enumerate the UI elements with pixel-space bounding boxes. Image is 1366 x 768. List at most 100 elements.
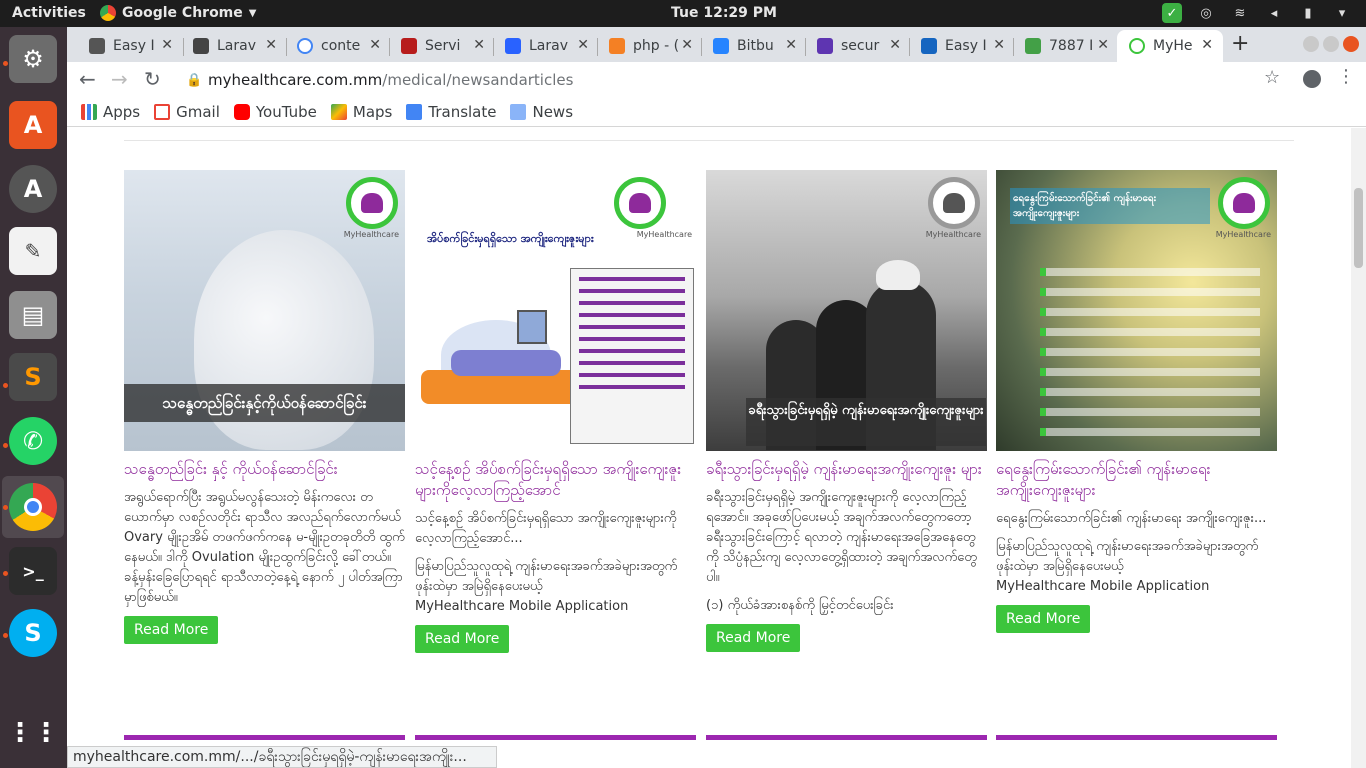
chrome-dock-icon[interactable] <box>9 483 57 531</box>
bookmark-star-icon[interactable]: ☆ <box>1264 67 1280 88</box>
close-icon[interactable]: ✕ <box>785 37 797 53</box>
read-more-button[interactable]: Read More <box>415 625 510 653</box>
whatsapp-icon[interactable]: ✆ <box>9 417 57 465</box>
article-promo-text: မြန်မာပြည်သူလူထုရဲ့ ကျန်းမာရေးအခက်အခဲမျာ… <box>996 537 1277 597</box>
activities-button[interactable]: Activities <box>12 5 86 21</box>
gmail-icon <box>154 103 171 120</box>
bookmark-gmail[interactable]: Gmail <box>154 103 220 121</box>
clock[interactable]: Tue 12:29 PM <box>671 5 777 21</box>
tab-9[interactable]: 7887 I ✕ <box>1013 30 1119 62</box>
next-row-card-border <box>124 735 405 740</box>
volume-icon[interactable]: ◂ <box>1264 3 1284 23</box>
bookmark-label: YouTube <box>255 102 317 121</box>
sublime-text-icon[interactable]: S <box>9 353 57 401</box>
logo-label: MyHealthcare <box>1215 230 1271 239</box>
close-icon[interactable]: ✕ <box>161 37 173 53</box>
tab-1[interactable]: Larav ✕ <box>181 30 287 62</box>
show-apps-icon[interactable]: ⋮⋮ <box>7 709 59 757</box>
next-row-card-border <box>706 735 987 740</box>
close-icon[interactable]: ✕ <box>1097 37 1109 53</box>
promo-line: မြန်မာပြည်သူလူထုရဲ့ ကျန်းမာရေးအခက်အခဲမျာ… <box>415 559 678 594</box>
article-title-link[interactable]: ရေနွေးကြမ်းသောက်ခြင်း၏ ကျန်းမာရေး အကျိုး… <box>996 459 1277 501</box>
tab-8[interactable]: Easy I ✕ <box>909 30 1015 62</box>
close-icon[interactable]: ✕ <box>993 37 1005 53</box>
new-tab-button[interactable]: + <box>1231 31 1249 56</box>
close-icon[interactable]: ✕ <box>369 37 381 53</box>
article-image-pregnancy[interactable]: MyHealthcare သန္ဓေတည်ခြင်းနှင့်ကိုယ်ဝန်ဆ… <box>124 170 405 451</box>
bookmark-apps[interactable]: Apps <box>81 103 140 121</box>
app-menu[interactable]: Google Chrome ▼ <box>100 5 256 21</box>
myhealthcare-favicon-icon <box>1129 38 1145 54</box>
tab-title: Easy I <box>113 38 155 54</box>
article-title-link[interactable]: သင့်နေ့စဉ် အိပ်စက်ခြင်းမှရရှိသော အကျိုးက… <box>415 459 696 501</box>
tab-5[interactable]: php - (✕ <box>597 30 703 62</box>
close-icon[interactable]: ✕ <box>577 37 589 53</box>
bookmark-label: News <box>532 102 574 121</box>
article-image-sleep[interactable]: MyHealthcare အိပ်စက်ခြင်းမှရရှိသော အကျို… <box>415 170 696 451</box>
tea-benefits-list <box>1040 268 1260 448</box>
file-manager-icon[interactable]: ▤ <box>9 291 57 339</box>
article-title-link[interactable]: ခရီးသွားခြင်းမှရရှိမဲ့ ကျန်းမာရေးအကျိုးက… <box>706 459 987 480</box>
tab-6[interactable]: Bitbu ✕ <box>701 30 807 62</box>
close-icon[interactable]: ✕ <box>265 37 277 53</box>
youtube-icon <box>233 103 250 120</box>
address-bar[interactable]: 🔒 myhealthcare.com.mm/medical/newsandarti… <box>172 66 1289 94</box>
software-center-icon[interactable]: A <box>9 101 57 149</box>
battery-icon[interactable]: ▮ <box>1298 3 1318 23</box>
maximize-button[interactable] <box>1323 36 1339 52</box>
software-updater-icon[interactable]: A <box>9 165 57 213</box>
tab-title: php - ( <box>633 38 680 54</box>
power-menu-icon[interactable]: ▾ <box>1332 3 1352 23</box>
reload-icon[interactable]: ↻ <box>144 67 161 91</box>
bookmark-youtube[interactable]: YouTube <box>233 102 317 121</box>
article-title-link[interactable]: သန္ဓေတည်ခြင်း နှင့် ကိုယ်ဝန်ဆောင်ခြင်း <box>124 459 405 480</box>
bookmark-maps[interactable]: Maps <box>330 103 392 121</box>
bookmark-translate[interactable]: Translate <box>406 103 496 121</box>
tab-favicon-icon <box>401 38 417 54</box>
close-icon[interactable]: ✕ <box>681 37 693 53</box>
tab-2[interactable]: conte ✕ <box>285 30 391 62</box>
read-more-button[interactable]: Read More <box>124 616 219 644</box>
wifi-icon[interactable]: ≋ <box>1230 3 1250 23</box>
article-card: MyHealthcare သန္ဓေတည်ခြင်းနှင့်ကိုယ်ဝန်ဆ… <box>124 170 405 644</box>
account-icon[interactable] <box>1303 70 1321 88</box>
menu-icon[interactable]: ⋮ <box>1337 66 1355 87</box>
browser-toolbar: ← → ↻ 🔒 myhealthcare.com.mm/medical/newsa… <box>67 62 1366 97</box>
scrollbar-thumb[interactable] <box>1354 188 1363 268</box>
url-path: /medical/newsandarticles <box>382 71 574 89</box>
tab-0[interactable]: Easy I ✕ <box>77 30 183 62</box>
terminal-icon[interactable]: >_ <box>9 547 57 595</box>
tab-favicon-icon <box>921 38 937 54</box>
close-icon[interactable]: ✕ <box>1201 37 1213 53</box>
close-window-button[interactable] <box>1343 36 1359 52</box>
lock-icon[interactable]: 🔒 <box>186 67 202 95</box>
close-icon[interactable]: ✕ <box>473 37 485 53</box>
text-editor-icon[interactable]: ✎ <box>9 227 57 275</box>
forward-icon[interactable]: → <box>111 67 128 91</box>
whatsapp-tray-icon[interactable]: ◎ <box>1196 3 1216 23</box>
tab-3[interactable]: Servi ✕ <box>389 30 495 62</box>
skype-icon[interactable]: S <box>9 609 57 657</box>
tab-10-active[interactable]: MyHe ✕ <box>1117 30 1223 62</box>
dock: ⚙ A A ✎ ▤ S ✆ >_ S ⋮⋮ <box>0 27 67 768</box>
logo-label: MyHealthcare <box>636 230 692 239</box>
myhealthcare-logo-icon <box>614 177 666 229</box>
tab-4[interactable]: Larav ✕ <box>493 30 599 62</box>
minimize-button[interactable] <box>1303 36 1319 52</box>
back-icon[interactable]: ← <box>79 67 96 91</box>
article-image-green-tea[interactable]: MyHealthcare ရေနွေးကြမ်းသောက်ခြင်း၏ ကျန်… <box>996 170 1277 451</box>
read-more-button[interactable]: Read More <box>706 624 801 652</box>
read-more-button[interactable]: Read More <box>996 605 1091 633</box>
image-caption: ခရီးသွားခြင်းမှရရှိမဲ့ ကျန်းမာရေးအကျိုးက… <box>746 398 986 446</box>
tab-7[interactable]: secur ✕ <box>805 30 911 62</box>
close-icon[interactable]: ✕ <box>889 37 901 53</box>
tab-favicon-icon <box>505 38 521 54</box>
page-scrollbar[interactable] <box>1351 128 1366 768</box>
settings-app-icon[interactable]: ⚙ <box>9 35 57 83</box>
bookmark-news[interactable]: News <box>510 103 573 121</box>
article-card: MyHealthcare အိပ်စက်ခြင်းမှရရှိသော အကျို… <box>415 170 696 653</box>
article-promo-text: မြန်မာပြည်သူလူထုရဲ့ ကျန်းမာရေးအခက်အခဲမျာ… <box>415 557 696 617</box>
link-status-bubble: myhealthcare.com.mm/.../ခရီးသွားခြင်းမှရ… <box>67 746 497 768</box>
article-image-travel[interactable]: MyHealthcare ခရီးသွားခြင်းမှရရှိမဲ့ ကျန်… <box>706 170 987 451</box>
check-icon[interactable]: ✓ <box>1162 3 1182 23</box>
